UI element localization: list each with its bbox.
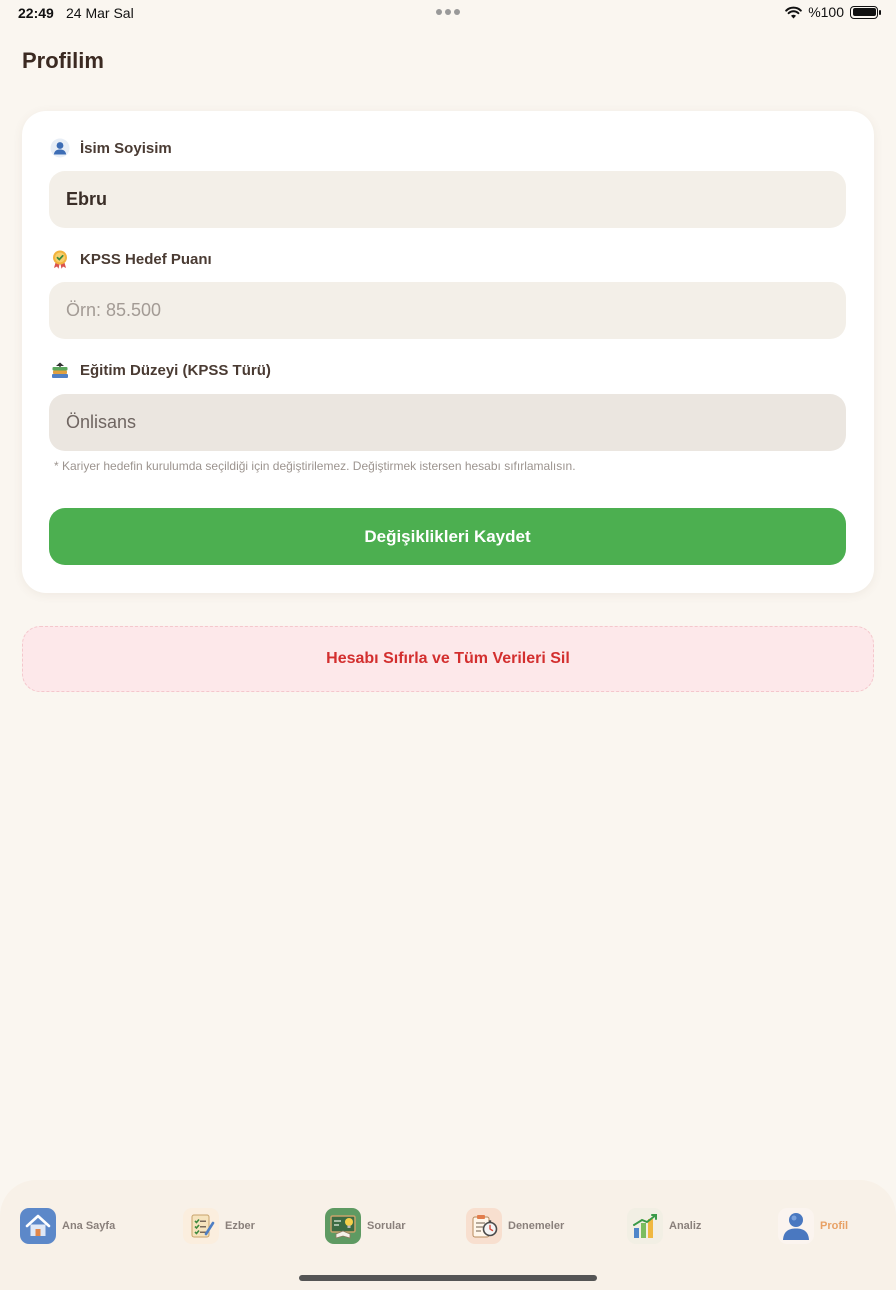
education-label-text: Eğitim Düzeyi (KPSS Türü) <box>80 361 271 379</box>
stopwatch-clipboard-icon <box>466 1208 502 1244</box>
books-icon <box>50 360 70 380</box>
profile-icon <box>778 1208 814 1244</box>
name-input[interactable]: Ebru <box>49 171 846 228</box>
tab-bar: Ana Sayfa Ezber Sorular Denemeler Analiz… <box>0 1180 896 1290</box>
name-label: İsim Soyisim <box>50 138 172 158</box>
house-icon <box>20 1208 56 1244</box>
name-label-text: İsim Soyisim <box>80 139 172 157</box>
multitasking-dots-icon[interactable] <box>436 9 460 15</box>
target-score-label-text: KPSS Hedef Puanı <box>80 250 212 268</box>
tab-home[interactable]: Ana Sayfa <box>20 1208 115 1244</box>
tab-sorular[interactable]: Sorular <box>325 1208 406 1244</box>
target-score-label: KPSS Hedef Puanı <box>50 249 212 269</box>
tab-profil[interactable]: Profil <box>778 1208 848 1244</box>
home-indicator[interactable] <box>299 1275 597 1281</box>
tab-label: Ezber <box>225 1220 255 1232</box>
target-score-input[interactable] <box>49 282 846 339</box>
status-date: 24 Mar Sal <box>66 5 134 21</box>
battery-icon <box>850 5 881 19</box>
user-icon <box>50 138 70 158</box>
education-label: Eğitim Düzeyi (KPSS Türü) <box>50 360 271 380</box>
status-bar: 22:49 24 Mar Sal %100 <box>0 0 896 28</box>
tab-label: Ana Sayfa <box>62 1220 116 1232</box>
tab-label: Denemeler <box>508 1220 565 1232</box>
education-helper-text: * Kariyer hedefin kurulumda seçildiği iç… <box>54 459 576 473</box>
bar-chart-icon <box>627 1208 663 1244</box>
wifi-icon <box>785 6 802 18</box>
chalkboard-icon <box>325 1208 361 1244</box>
medal-icon <box>50 249 70 269</box>
education-field: Önlisans <box>49 394 846 451</box>
checklist-icon <box>183 1208 219 1244</box>
tab-label: Sorular <box>367 1220 406 1232</box>
save-changes-button[interactable]: Değişiklikleri Kaydet <box>49 508 846 565</box>
reset-account-button[interactable]: Hesabı Sıfırla ve Tüm Verileri Sil <box>22 626 874 692</box>
page-title: Profilim <box>22 48 104 73</box>
tab-denemeler[interactable]: Denemeler <box>466 1208 564 1244</box>
tab-analiz[interactable]: Analiz <box>627 1208 701 1244</box>
status-right: %100 <box>785 4 881 20</box>
tab-label: Profil <box>820 1220 849 1232</box>
profile-card: İsim Soyisim Ebru KPSS Hedef Puanı Örn: … <box>22 111 874 593</box>
tab-label: Analiz <box>669 1220 702 1232</box>
status-time: 22:49 <box>18 5 54 21</box>
battery-percent: %100 <box>808 4 844 20</box>
tab-ezber[interactable]: Ezber <box>183 1208 255 1244</box>
